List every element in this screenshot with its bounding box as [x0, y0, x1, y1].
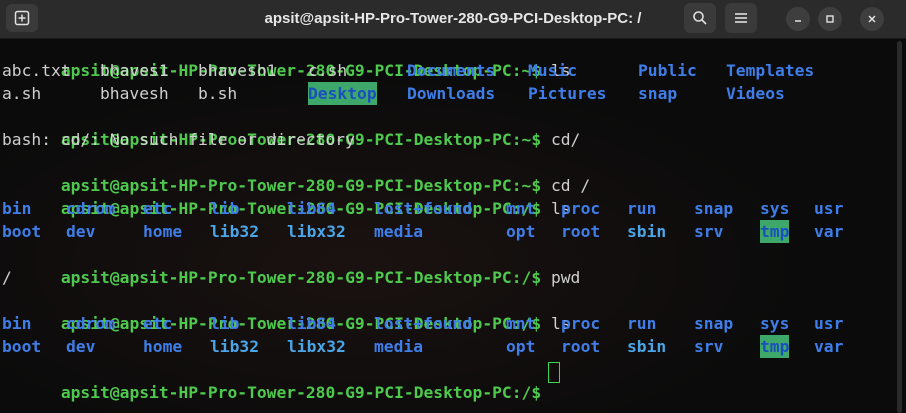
dir-entry: lib — [210, 199, 240, 218]
dir-entry: sys — [760, 314, 790, 333]
prompt-line: apsit@apsit-HP-Pro-Tower-280-G9-PCI-Desk… — [2, 243, 581, 287]
hamburger-menu-icon — [735, 13, 747, 23]
link-entry: libx32 — [287, 337, 346, 356]
dir-entry: var — [814, 222, 844, 241]
window-title: apsit@apsit-HP-Pro-Tower-280-G9-PCI-Desk… — [264, 10, 642, 27]
dir-entry: Public — [638, 61, 697, 80]
dir-entry: run — [627, 199, 657, 218]
dir-entry: boot — [2, 222, 42, 241]
minimize-button[interactable] — [786, 7, 810, 31]
link-entry: libx32 — [287, 222, 346, 241]
dir-entry-highlighted: tmp — [760, 220, 790, 243]
terminal-window: apsit@apsit-HP-Pro-Tower-280-G9-PCI-Desk… — [0, 0, 906, 413]
link-entry: sbin — [627, 337, 667, 356]
ls-output-row: a.sh bhavesh b.sh Desktop Downloads Pict… — [2, 82, 892, 105]
dir-entry: snap — [638, 84, 678, 103]
dir-entry: media — [374, 222, 424, 241]
dir-entry: sys — [760, 199, 790, 218]
dir-entry: boot — [2, 337, 42, 356]
file-entry: c.sh — [308, 61, 348, 80]
command: pwd — [550, 268, 581, 287]
dir-entry: bin — [2, 199, 32, 218]
dir-entry: lib64 — [287, 314, 337, 333]
prompt-line: apsit@apsit-HP-Pro-Tower-280-G9-PCI-Desk… — [2, 174, 571, 218]
dir-entry: Videos — [726, 84, 785, 103]
ls-output-row: bin cdrom etc lib lib64 lost+found mnt p… — [2, 197, 892, 220]
prompt-line: apsit@apsit-HP-Pro-Tower-280-G9-PCI-Desk… — [2, 39, 571, 80]
terminal-output[interactable]: apsit@apsit-HP-Pro-Tower-280-G9-PCI-Desk… — [0, 39, 892, 413]
dir-entry: usr — [814, 199, 844, 218]
dir-entry: srv — [694, 337, 724, 356]
link-entry: lib32 — [210, 222, 260, 241]
dir-entry: usr — [814, 314, 844, 333]
prompt: apsit@apsit-HP-Pro-Tower-280-G9-PCI-Desk… — [60, 383, 542, 402]
command: cd/ — [550, 130, 581, 149]
dir-entry: etc — [143, 314, 173, 333]
file-entry: bhavesh1 — [198, 61, 277, 80]
dir-entry: Pictures — [528, 84, 607, 103]
dir-entry: snap — [694, 314, 734, 333]
dir-entry: lost+found — [374, 314, 473, 333]
ls-output-row: bin cdrom etc lib lib64 lost+found mnt p… — [2, 312, 892, 335]
title-bar: apsit@apsit-HP-Pro-Tower-280-G9-PCI-Desk… — [0, 0, 906, 39]
dir-entry: snap — [694, 199, 734, 218]
file-entry: bhavesh — [100, 84, 169, 103]
dir-entry: bin — [2, 314, 32, 333]
dir-entry: Downloads — [407, 84, 496, 103]
dir-entry: Documents — [407, 61, 496, 80]
prompt-line: apsit@apsit-HP-Pro-Tower-280-G9-PCI-Desk… — [2, 151, 590, 195]
dir-entry: opt — [506, 337, 536, 356]
dir-entry: home — [143, 337, 183, 356]
link-entry: sbin — [627, 222, 667, 241]
dir-entry: lost+found — [374, 199, 473, 218]
prompt-line: apsit@apsit-HP-Pro-Tower-280-G9-PCI-Desk… — [2, 105, 581, 149]
file-entry: abc.txt — [2, 61, 71, 80]
dir-entry: dev — [66, 337, 96, 356]
dir-entry: lib — [210, 314, 240, 333]
link-entry: lib32 — [210, 337, 260, 356]
error-message: bash: cd/: No such file or directory — [2, 130, 355, 149]
file-entry: bhaves1 — [100, 61, 169, 80]
ls-output-row: abc.txt bhaves1 bhavesh1 c.sh Documents … — [2, 59, 892, 82]
dir-entry: Templates — [726, 61, 815, 80]
dir-entry: run — [627, 314, 657, 333]
dir-entry-highlighted: tmp — [760, 335, 790, 358]
dir-entry: cdrom — [66, 199, 116, 218]
file-entry: a.sh — [2, 84, 42, 103]
maximize-button[interactable] — [818, 7, 842, 31]
ls-output-row: boot dev home lib32 libx32 media opt roo… — [2, 335, 892, 358]
dir-entry: lib64 — [287, 199, 337, 218]
dir-entry: proc — [561, 314, 601, 333]
dir-entry: cdrom — [66, 314, 116, 333]
maximize-icon — [826, 15, 834, 23]
search-icon — [693, 11, 707, 25]
close-icon — [868, 15, 876, 23]
ls-output-row: boot dev home lib32 libx32 media opt roo… — [2, 220, 892, 243]
dir-entry: root — [561, 337, 601, 356]
file-entry: b.sh — [198, 84, 238, 103]
dir-entry: proc — [561, 199, 601, 218]
menu-button[interactable] — [725, 3, 757, 33]
pwd-output: / — [2, 268, 12, 287]
dir-entry: srv — [694, 222, 724, 241]
dir-entry-highlighted: Desktop — [308, 82, 377, 105]
dir-entry: etc — [143, 199, 173, 218]
text-cursor — [548, 362, 560, 383]
dir-entry: mnt — [506, 199, 536, 218]
dir-entry: Music — [528, 61, 578, 80]
dir-entry: var — [814, 337, 844, 356]
dir-entry: home — [143, 222, 183, 241]
dir-entry: dev — [66, 222, 96, 241]
prompt-line: apsit@apsit-HP-Pro-Tower-280-G9-PCI-Desk… — [2, 289, 571, 333]
dir-entry: root — [561, 222, 601, 241]
current-prompt-line[interactable]: apsit@apsit-HP-Pro-Tower-280-G9-PCI-Desk… — [2, 358, 541, 402]
dir-entry: opt — [506, 222, 536, 241]
dir-entry: media — [374, 337, 424, 356]
prompt: apsit@apsit-HP-Pro-Tower-280-G9-PCI-Desk… — [60, 268, 542, 287]
search-button[interactable] — [684, 3, 716, 33]
scrollbar[interactable] — [897, 41, 902, 413]
dir-entry: mnt — [506, 314, 536, 333]
minimize-icon — [795, 20, 801, 22]
close-button[interactable] — [860, 7, 884, 31]
